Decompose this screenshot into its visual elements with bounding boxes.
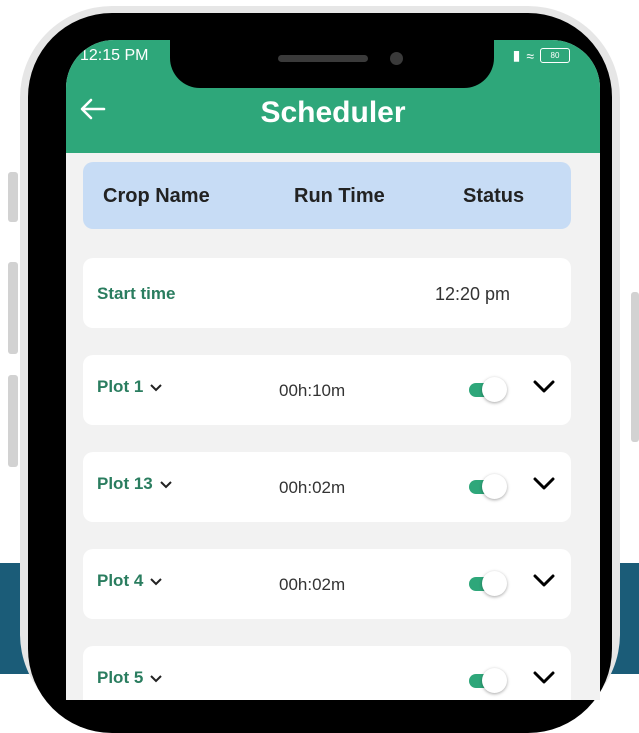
plot-row: Plot 4 00h:02m — [83, 549, 571, 619]
plot-name: Plot 1 — [97, 377, 144, 396]
status-toggle[interactable] — [469, 474, 507, 500]
signal-icon: ▮ — [512, 47, 521, 63]
page-title: Scheduler — [260, 96, 406, 129]
table-header: Crop Name Run Time Status — [83, 162, 571, 229]
plot-name: Plot 5 — [97, 668, 144, 687]
battery-icon: 80 — [540, 48, 570, 63]
plot-selector[interactable]: Plot 4 — [97, 571, 163, 591]
chevron-down-icon[interactable] — [533, 573, 555, 589]
status-toggle[interactable] — [469, 377, 507, 403]
chevron-down-icon[interactable] — [533, 476, 555, 492]
start-time-value[interactable]: 12:20 pm — [435, 284, 510, 305]
plot-row: Plot 1 00h:10m — [83, 355, 571, 425]
chevron-down-icon — [160, 480, 172, 488]
phone-screen: 12:15 PM ▮ ≈ 80 Scheduler Crop Name Run … — [66, 40, 600, 700]
crop-name-header: Crop Name — [103, 185, 210, 207]
phone-side-button — [631, 292, 639, 442]
plot-selector[interactable]: Plot 13 — [97, 474, 173, 494]
plot-name: Plot 4 — [97, 571, 144, 590]
status-time: 12:15 PM — [80, 47, 149, 64]
start-time-label: Start time — [97, 284, 176, 303]
phone-side-button — [8, 262, 18, 354]
run-time-value: 00h:02m — [279, 478, 346, 497]
plot-selector[interactable]: Plot 1 — [97, 377, 163, 397]
plot-row: Plot 13 00h:02m — [83, 452, 571, 522]
chevron-down-icon — [150, 577, 163, 585]
speaker-grille — [278, 55, 368, 62]
chevron-down-icon — [150, 383, 163, 391]
run-time-value: 00h:02m — [279, 575, 346, 594]
chevron-down-icon[interactable] — [533, 379, 555, 395]
chevron-down-icon — [150, 674, 163, 682]
phone-side-button — [8, 172, 18, 222]
front-camera — [390, 52, 403, 65]
run-time-header: Run Time — [294, 185, 385, 207]
status-header: Status — [463, 185, 525, 207]
wifi-icon: ≈ — [526, 47, 534, 64]
plot-name: Plot 13 — [97, 474, 153, 493]
phone-notch — [170, 40, 494, 88]
status-toggle[interactable] — [469, 571, 507, 597]
status-icons: ▮ ≈ 80 — [513, 47, 570, 64]
plot-selector[interactable]: Plot 5 — [97, 668, 163, 688]
chevron-down-icon[interactable] — [533, 670, 555, 686]
plot-row: Plot 5 — [83, 646, 571, 700]
run-time-value: 00h:10m — [279, 381, 346, 400]
start-time-row[interactable]: Start time 12:20 pm — [83, 258, 571, 328]
phone-side-button — [8, 375, 18, 467]
status-toggle[interactable] — [469, 668, 507, 694]
